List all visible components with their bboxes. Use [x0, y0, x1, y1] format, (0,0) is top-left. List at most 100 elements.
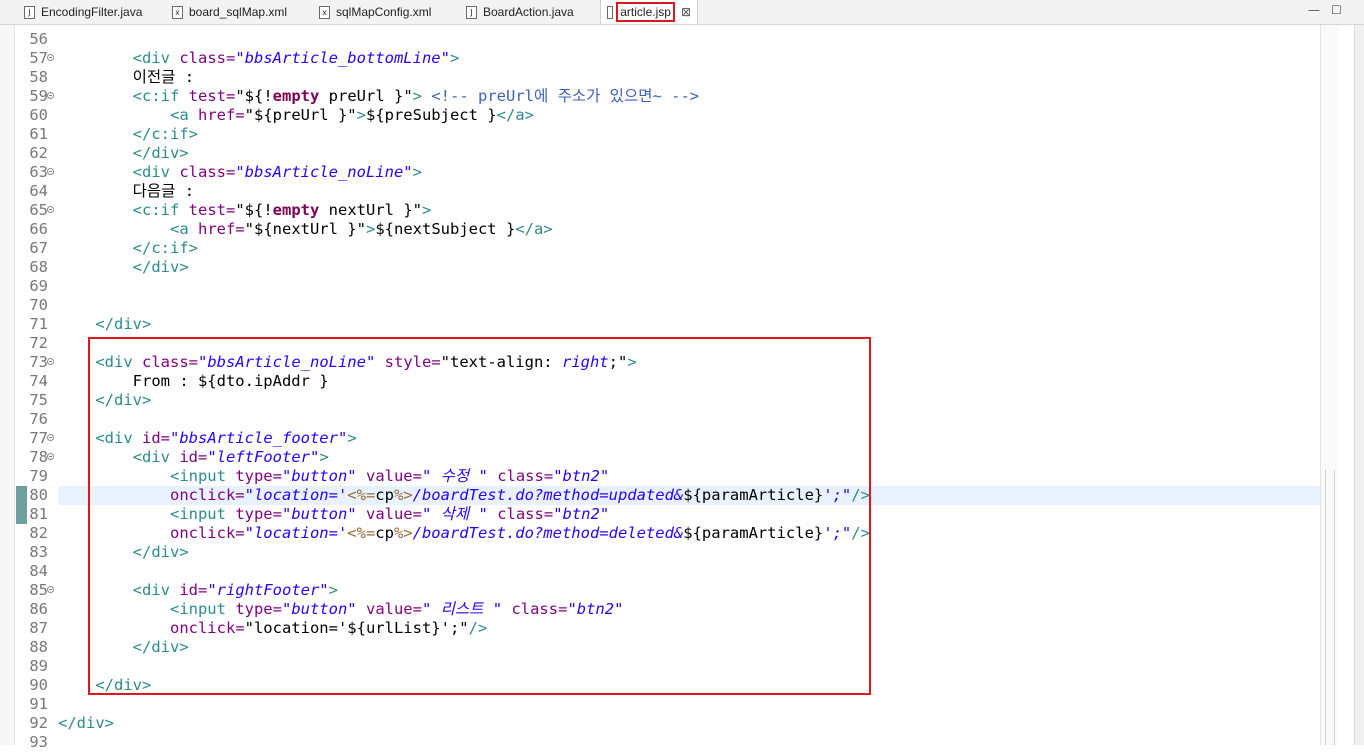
scrollbar-thumb[interactable] [1325, 470, 1335, 745]
code-line[interactable]: 70 [0, 296, 1320, 315]
code-token: </c:if> [132, 125, 198, 143]
minimize-icon[interactable]: — [1308, 3, 1320, 17]
line-number: 82 [29, 524, 48, 542]
fold-toggle-icon[interactable] [47, 92, 54, 99]
code-line[interactable]: 77 <div id="bbsArticle_footer"> [0, 429, 1320, 448]
code-token: test= [188, 201, 236, 219]
tab-board-sqlmap[interactable]: x board_sqlMap.xml [166, 0, 293, 24]
code-line[interactable]: 93 [0, 733, 1320, 752]
code-line[interactable]: 67 </c:if> [0, 239, 1320, 258]
code-token: <div [95, 429, 142, 447]
code-token: href= [197, 106, 245, 124]
code-token: class= [179, 163, 236, 181]
code-token: > [347, 429, 357, 447]
code-line[interactable]: 68 </div> [0, 258, 1320, 277]
code-line[interactable]: 63 <div class="bbsArticle_noLine"> [0, 163, 1320, 182]
code-line[interactable]: 58 이전글 : [0, 68, 1320, 87]
code-token: /> [851, 486, 870, 504]
code-token: /> [468, 619, 488, 637]
code-token: </div> [132, 144, 189, 162]
code-token: <!-- preUrl에 주소가 있으면~ --> [431, 87, 700, 105]
fold-toggle-icon[interactable] [47, 168, 54, 175]
fold-toggle-icon[interactable] [47, 54, 54, 61]
code-line[interactable]: 71 </div> [0, 315, 1320, 334]
code-line[interactable]: 78 <div id="leftFooter"> [0, 448, 1320, 467]
code-token: "${preUrl }" [244, 106, 357, 124]
code-token: > [449, 49, 460, 67]
code-token: "btn2" [553, 505, 610, 523]
code-text: <div class="bbsArticle_noLine"> [58, 163, 422, 182]
tab-label-highlighted: article.jsp [616, 2, 675, 22]
vertical-scrollbar[interactable] [1320, 25, 1337, 745]
code-token: <%= [347, 486, 376, 504]
line-number: 71 [29, 315, 48, 333]
code-line[interactable]: 65 <c:if test="${!empty nextUrl }"> [0, 201, 1320, 220]
fold-toggle-icon[interactable] [47, 434, 54, 441]
code-token: <%= [347, 524, 376, 542]
code-token: cp [375, 486, 394, 504]
fold-toggle-icon[interactable] [47, 206, 54, 213]
fold-toggle-icon[interactable] [47, 358, 54, 365]
code-line[interactable]: 60 <a href="${preUrl }">${preSubject }</… [0, 106, 1320, 125]
code-line[interactable]: 64 다음글 : [0, 182, 1320, 201]
code-line[interactable]: 75 </div> [0, 391, 1320, 410]
code-line[interactable]: 56 [0, 30, 1320, 49]
maximize-icon[interactable]: ☐ [1331, 3, 1342, 17]
code-token: "bbsArticle_footer" [170, 429, 348, 447]
code-line[interactable]: 87 onclick="location='${urlList}';"/> [0, 619, 1320, 638]
fold-toggle-icon[interactable] [47, 586, 54, 593]
code-editor[interactable]: 56 57 <div class="bbsArticle_bottomLine">… [0, 25, 1364, 751]
line-number: 56 [29, 30, 48, 48]
code-token: "${! [235, 201, 273, 219]
code-line[interactable]: 92 </div> [0, 714, 1320, 733]
code-text: onclick="location='<%=cp%>/boardTest.do?… [58, 524, 870, 543]
code-token: class= [497, 505, 554, 523]
code-text: </c:if> [58, 239, 198, 258]
code-line[interactable]: 73 <div class="bbsArticle_noLine" style=… [0, 353, 1320, 372]
code-line[interactable]: 82 onclick="location='<%=cp%>/boardTest.… [0, 524, 1320, 543]
java-file-icon: J [466, 5, 477, 19]
tab-label: EncodingFilter.java [41, 5, 143, 19]
fold-toggle-icon[interactable] [47, 453, 54, 460]
close-tab-icon[interactable]: ⊠ [681, 5, 691, 19]
code-line[interactable]: 69 [0, 277, 1320, 296]
code-line[interactable]: 86 <input type="button" value=" 리스트 " cl… [0, 600, 1320, 619]
code-line[interactable]: 88 </div> [0, 638, 1320, 657]
code-line[interactable]: 83 </div> [0, 543, 1320, 562]
code-line[interactable]: 66 <a href="${nextUrl }">${nextSubject }… [0, 220, 1320, 239]
code-line[interactable]: 84 [0, 562, 1320, 581]
tab-sqlmapconfig[interactable]: x sqlMapConfig.xml [313, 0, 437, 24]
code-line[interactable]: 76 [0, 410, 1320, 429]
line-number: 69 [29, 277, 48, 295]
code-token: "leftFooter" [207, 448, 320, 466]
code-line[interactable]: 59 <c:if test="${!empty preUrl }"> <!-- … [0, 87, 1320, 106]
code-line[interactable]: 85 <div id="rightFooter"> [0, 581, 1320, 600]
code-line[interactable]: 89 [0, 657, 1320, 676]
tab-boardaction[interactable]: J BoardAction.java [460, 0, 580, 24]
line-number: 67 [29, 239, 48, 257]
tab-article-jsp[interactable]: article.jsp ⊠ [600, 0, 698, 24]
code-line[interactable]: 57 <div class="bbsArticle_bottomLine"> [0, 49, 1320, 68]
code-line[interactable]: 79 <input type="button" value=" 수정 " cla… [0, 467, 1320, 486]
code-token: </div> [95, 391, 152, 409]
code-line[interactable]: 80 onclick="location='<%=cp%>/boardTest.… [0, 486, 1320, 505]
code-token: > [365, 220, 376, 238]
code-line[interactable]: 81 <input type="button" value=" 삭제 " cla… [0, 505, 1320, 524]
code-text: <c:if test="${!empty nextUrl }"> [58, 201, 432, 220]
code-line[interactable]: 90 </div> [0, 676, 1320, 695]
code-token: </c:if> [132, 239, 198, 257]
code-token: "${nextUrl }" [244, 220, 366, 238]
code-line[interactable]: 62 </div> [0, 144, 1320, 163]
code-line[interactable]: 74 From : ${dto.ipAddr } [0, 372, 1320, 391]
code-line[interactable]: 72 [0, 334, 1320, 353]
code-line[interactable]: 91 [0, 695, 1320, 714]
code-token: > [412, 87, 432, 105]
code-line[interactable]: 61 </c:if> [0, 125, 1320, 144]
tab-encodingfilter[interactable]: J EncodingFilter.java [18, 0, 148, 24]
